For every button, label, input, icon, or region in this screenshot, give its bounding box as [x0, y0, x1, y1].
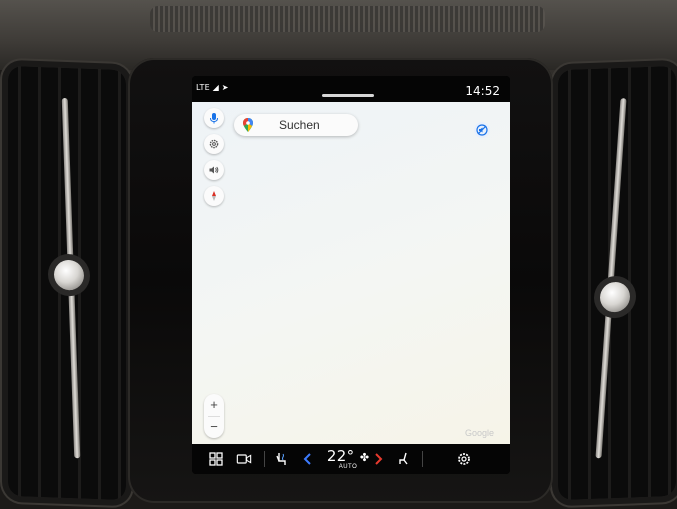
seat-icon	[399, 452, 408, 465]
chevron-left-icon	[303, 453, 311, 465]
volume-button[interactable]	[204, 160, 224, 180]
app-grid-icon	[209, 452, 223, 466]
volume-icon	[209, 166, 219, 174]
clock: 14:52	[465, 84, 500, 98]
infotainment-screen: LTE ◢ ➤ 14:52 Suchen + − Google 22° ✤ AU…	[192, 76, 510, 474]
app-grid-button[interactable]	[208, 451, 224, 467]
zoom-control: + −	[204, 394, 224, 438]
air-vent-left	[8, 65, 126, 501]
speaker-grill	[150, 6, 545, 32]
status-bar: LTE ◢ ➤ 14:52	[192, 76, 510, 102]
camera-icon	[236, 454, 252, 464]
vent-knob-right	[600, 281, 630, 313]
compass-icon	[212, 191, 216, 201]
search-placeholder: Suchen	[279, 118, 320, 132]
search-bar[interactable]: Suchen	[234, 114, 358, 136]
climate-bar: 22° ✤ AUTO	[192, 444, 510, 474]
signal-indicator: LTE ◢ ➤	[196, 83, 229, 92]
air-vent-right	[558, 65, 676, 501]
separator	[264, 451, 265, 467]
seat-heat-left-button[interactable]	[274, 451, 290, 467]
map-view[interactable]: Suchen + − Google	[192, 102, 510, 444]
camera-button[interactable]	[236, 451, 252, 467]
chevron-right-icon	[375, 453, 383, 465]
temperature-value: 22°	[326, 447, 355, 465]
fan-icon: ✤	[359, 452, 370, 464]
temperature-display[interactable]: 22° ✤ AUTO	[324, 447, 372, 470]
maps-pin-icon	[243, 118, 253, 132]
seat-heat-icon	[276, 453, 286, 465]
zoom-in-button[interactable]: +	[204, 394, 224, 416]
zoom-divider	[208, 416, 220, 417]
compass-button[interactable]	[204, 186, 224, 206]
gear-icon	[209, 139, 219, 149]
map-settings-button[interactable]	[204, 134, 224, 154]
pull-down-handle[interactable]	[322, 94, 374, 97]
temp-increase-button[interactable]	[370, 451, 386, 467]
microphone-icon	[210, 113, 218, 124]
gear-icon	[458, 453, 470, 465]
seat-right-button[interactable]	[396, 451, 412, 467]
mute-voice-button[interactable]	[474, 122, 490, 138]
temp-decrease-button[interactable]	[300, 451, 316, 467]
vent-blade	[595, 98, 627, 459]
separator	[422, 451, 423, 467]
map-attribution: Google	[464, 428, 494, 438]
vent-knob-left	[54, 259, 84, 291]
mute-icon	[476, 124, 488, 136]
settings-button[interactable]	[456, 451, 472, 467]
voice-search-button[interactable]	[204, 108, 224, 128]
zoom-out-button[interactable]: −	[204, 416, 224, 438]
